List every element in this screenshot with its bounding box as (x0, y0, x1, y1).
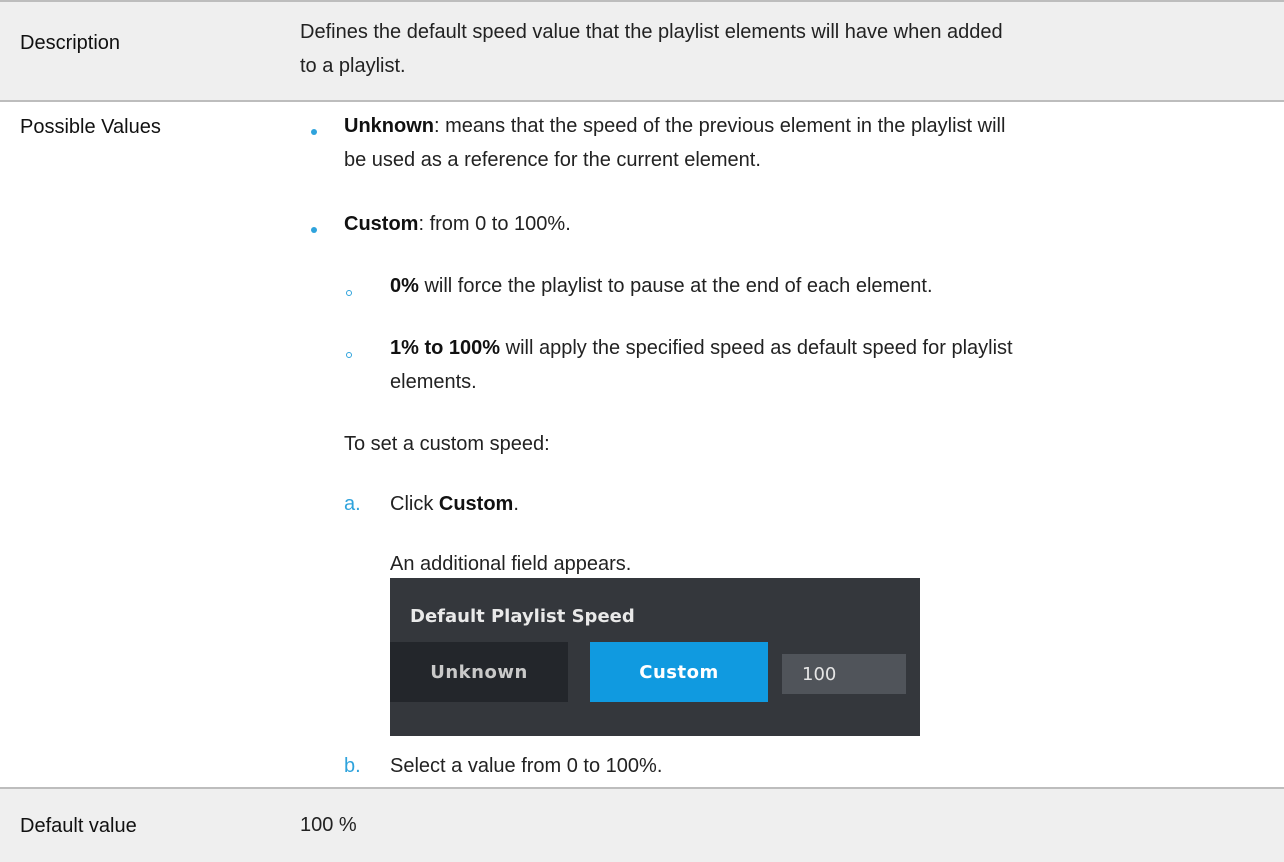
bullet-icon (311, 129, 317, 135)
custom-desc: : from 0 to 100%. (418, 213, 571, 235)
description-text-line1: Defines the default speed value that the… (300, 21, 1003, 43)
custom-speed-intro: To set a custom speed: (344, 433, 550, 455)
range-line2: elements. (390, 371, 477, 393)
unknown-button[interactable]: Unknown (390, 642, 568, 702)
circle-bullet-icon (346, 290, 352, 296)
range-desc: will apply the specified speed as defaul… (500, 337, 1013, 359)
custom-term: Custom (344, 213, 419, 235)
step-a-letter: a. (344, 493, 361, 515)
step-a-note: An additional field appears. (390, 553, 632, 575)
default-value-text: 100 % (300, 814, 357, 836)
unknown-term: Unknown (344, 115, 434, 137)
default-value-row: Default value 100 % (0, 789, 1284, 862)
default-playlist-speed-panel: Default Playlist Speed Unknown Custom 10… (390, 578, 920, 736)
unknown-line2: be used as a reference for the current e… (344, 149, 761, 171)
step-a-suffix: . (513, 493, 519, 515)
range-line1: 1% to 100% will apply the specified spee… (390, 332, 1013, 364)
unknown-line1: Unknown: means that the speed of the pre… (344, 110, 1005, 142)
default-value-label: Default value (20, 815, 137, 837)
circle-bullet-icon (346, 352, 352, 358)
zero-percent-line: 0% will force the playlist to pause at t… (390, 270, 933, 302)
custom-line: Custom: from 0 to 100%. (344, 208, 571, 240)
description-text-line2: to a playlist. (300, 55, 406, 77)
step-b-letter: b. (344, 755, 361, 777)
panel-title: Default Playlist Speed (410, 606, 635, 627)
bullet-icon (311, 227, 317, 233)
step-a-term: Custom (438, 493, 514, 515)
custom-button[interactable]: Custom (590, 642, 768, 702)
possible-values-label: Possible Values (20, 116, 161, 138)
range-term: 1% to 100% (390, 337, 501, 359)
step-a-text: Click Custom. (390, 488, 519, 520)
zero-percent-term: 0% (390, 275, 419, 297)
description-row: Description Defines the default speed va… (0, 2, 1284, 100)
speed-value-input[interactable]: 100 (782, 654, 906, 694)
step-a-prefix: Click (390, 493, 439, 515)
unknown-desc: : means that the speed of the previous e… (434, 115, 1006, 137)
description-label: Description (20, 32, 121, 54)
step-b-text: Select a value from 0 to 100%. (390, 755, 663, 777)
zero-percent-desc: will force the playlist to pause at the … (418, 275, 933, 297)
